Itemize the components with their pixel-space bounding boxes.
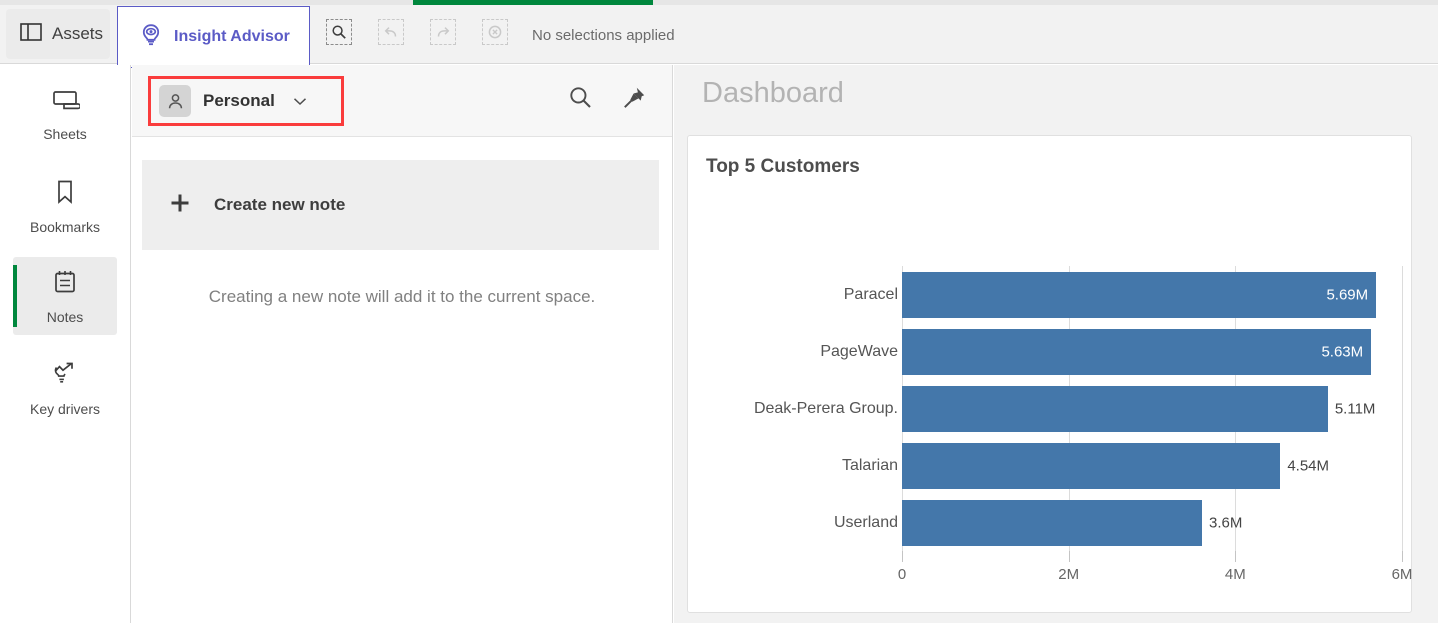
qlik-sense-app: Assets Insight Advisor xyxy=(0,0,1438,623)
insight-advisor-label: Insight Advisor xyxy=(174,28,290,46)
notes-panel-header: Personal xyxy=(132,65,672,137)
bar-row[interactable]: Talarian 4.54M xyxy=(688,437,1413,494)
x-tick xyxy=(902,551,903,562)
bar-row[interactable]: Userland 3.6M xyxy=(688,494,1413,551)
sidebar-item-label: Bookmarks xyxy=(30,219,100,235)
x-tick xyxy=(1235,551,1236,562)
sidebar-item-notes[interactable]: Notes xyxy=(13,257,117,335)
bar-value-label: 5.11M xyxy=(1335,400,1376,417)
bar-chart-plot[interactable]: 0 2M 4M 6M Paracel 5.69M PageWave 5.63M Deak-Per… xyxy=(688,266,1413,614)
bar-row[interactable]: Paracel 5.69M xyxy=(688,266,1413,323)
bar-value-label: 5.63M xyxy=(1321,343,1363,360)
bar-value-label: 3.6M xyxy=(1209,514,1242,531)
selection-toolbar xyxy=(326,19,508,45)
sidebar-item-label: Sheets xyxy=(43,126,87,142)
tab-insight-advisor[interactable]: Insight Advisor xyxy=(117,6,310,68)
category-label: PageWave xyxy=(820,343,898,361)
sidebar-item-sheets[interactable]: Sheets xyxy=(13,75,117,153)
selection-search-icon[interactable] xyxy=(326,19,352,45)
sidebar-item-bookmarks[interactable]: Bookmarks xyxy=(13,167,117,245)
x-tick-label: 6M xyxy=(1392,566,1413,583)
bookmark-icon xyxy=(52,178,78,211)
create-new-note-label: Create new note xyxy=(214,195,345,215)
notes-panel: Personal xyxy=(132,65,673,623)
bar-row[interactable]: PageWave 5.63M xyxy=(688,323,1413,380)
undo-icon xyxy=(378,19,404,45)
selection-status-label: No selections applied xyxy=(532,27,675,44)
pin-icon[interactable] xyxy=(623,86,646,114)
page-title: Dashboard xyxy=(702,77,844,110)
sidebar-item-label: Key drivers xyxy=(30,401,100,417)
key-drivers-icon xyxy=(50,360,80,393)
space-selector[interactable]: Personal xyxy=(148,76,344,126)
plus-icon xyxy=(168,191,192,220)
category-label: Userland xyxy=(834,514,898,532)
notes-header-actions xyxy=(568,85,646,115)
bar-value-label: 4.54M xyxy=(1287,457,1329,474)
x-tick-label: 4M xyxy=(1225,566,1246,583)
category-label: Talarian xyxy=(842,457,898,475)
category-label: Paracel xyxy=(844,286,898,304)
bar[interactable] xyxy=(902,443,1280,489)
notes-icon xyxy=(51,268,79,301)
x-tick-label: 2M xyxy=(1058,566,1079,583)
x-tick xyxy=(1402,551,1403,562)
insight-bulb-icon xyxy=(140,23,162,52)
space-name-label: Personal xyxy=(203,91,275,111)
left-sidebar: Sheets Bookmarks xyxy=(0,65,131,623)
notes-empty-hint: Creating a new note will add it to the c… xyxy=(132,287,672,307)
bar[interactable] xyxy=(902,329,1371,375)
panel-layout-icon xyxy=(20,22,42,47)
search-icon[interactable] xyxy=(568,85,593,115)
dashboard-area: Dashboard Top 5 Customers 0 2M 4M 6M Paracel… xyxy=(674,65,1438,623)
person-icon xyxy=(159,85,191,117)
clear-selections-icon xyxy=(482,19,508,45)
assets-label: Assets xyxy=(52,24,103,44)
bar[interactable] xyxy=(902,500,1202,546)
bar-row[interactable]: Deak-Perera Group. 5.11M xyxy=(688,380,1413,437)
sidebar-item-label: Notes xyxy=(47,309,84,325)
chevron-down-icon xyxy=(293,94,307,109)
bar[interactable] xyxy=(902,386,1328,432)
bar-value-label: 5.69M xyxy=(1326,286,1368,303)
sheets-icon xyxy=(50,87,80,118)
create-new-note-button[interactable]: Create new note xyxy=(142,160,659,250)
x-tick xyxy=(1069,551,1070,562)
category-label: Deak-Perera Group. xyxy=(754,400,898,418)
bar[interactable] xyxy=(902,272,1376,318)
x-tick-label: 0 xyxy=(898,566,906,583)
chart-card[interactable]: Top 5 Customers 0 2M 4M 6M Paracel 5.69M PageW… xyxy=(687,135,1412,613)
sidebar-item-key-drivers[interactable]: Key drivers xyxy=(13,349,117,427)
chart-title: Top 5 Customers xyxy=(706,156,860,178)
top-toolbar: Assets Insight Advisor xyxy=(0,5,1438,64)
assets-button[interactable]: Assets xyxy=(6,9,110,59)
redo-icon xyxy=(430,19,456,45)
